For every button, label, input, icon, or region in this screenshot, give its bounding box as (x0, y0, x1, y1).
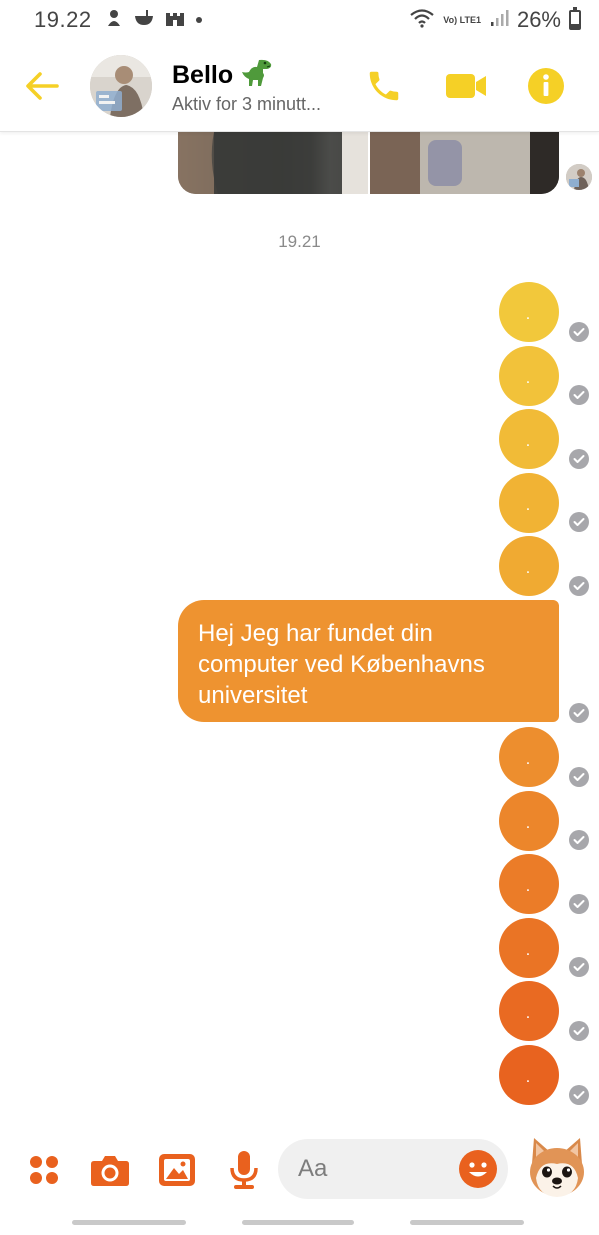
navigation-bar (0, 1210, 599, 1235)
battery-icon (569, 7, 581, 30)
message-bubble[interactable]: . (499, 727, 559, 787)
notification-icon (104, 8, 124, 33)
delivered-check-icon (569, 894, 589, 914)
status-bar: 19.22 Vo) LTE1 26% (0, 0, 599, 40)
message-bubble[interactable]: . (499, 409, 559, 469)
message-field (278, 1139, 508, 1199)
nav-back-button[interactable] (410, 1220, 524, 1225)
message-input[interactable] (298, 1139, 468, 1199)
message-bubble[interactable]: . (499, 981, 559, 1041)
chat-header: Bello Aktiv for 3 minutt... (0, 40, 599, 132)
wifi-icon (409, 8, 435, 33)
delivered-check-icon (569, 322, 589, 342)
voice-button[interactable] (222, 1148, 266, 1192)
sticker-dog-icon (530, 1138, 584, 1197)
contact-avatar[interactable] (90, 55, 152, 117)
emoji-icon (469, 1162, 487, 1177)
video-call-button[interactable] (444, 64, 488, 108)
delivered-check-icon (569, 703, 589, 723)
message-bubble[interactable]: . (499, 536, 559, 596)
message-text-line: computer ved Københavns (198, 651, 485, 678)
delivered-check-icon (569, 767, 589, 787)
sticker-button[interactable] (526, 1134, 588, 1200)
message-text-line: Hej Jeg har fundet din (198, 620, 433, 647)
gallery-icon (159, 1154, 195, 1186)
contact-name-row[interactable]: Bello (172, 58, 275, 93)
network-label: Vo) LTE1 (443, 14, 481, 25)
system-status: Vo) LTE1 26% (409, 7, 581, 33)
composer (0, 1130, 599, 1210)
message-text: . (525, 751, 531, 768)
shared-photo[interactable] (178, 132, 368, 194)
contact-active-status: Aktiv for 3 minutt... (172, 94, 322, 114)
message-text: . (525, 815, 531, 832)
gallery-button[interactable] (155, 1148, 199, 1192)
nav-recents-button[interactable] (72, 1220, 186, 1225)
message-bubble[interactable]: . (499, 918, 559, 978)
message-text: . (525, 878, 531, 895)
apps-button[interactable] (22, 1148, 66, 1192)
message-text-line: universitet (198, 682, 308, 709)
info-icon (528, 68, 564, 104)
back-arrow-icon (26, 72, 59, 100)
castle-icon (164, 9, 186, 32)
dot-icon (195, 11, 203, 29)
shared-photo[interactable] (369, 132, 559, 194)
delivered-check-icon (569, 830, 589, 850)
message-timestamp: 19.21 (278, 232, 321, 251)
message-bubble[interactable]: . (499, 1045, 559, 1105)
message-text: . (525, 497, 531, 514)
delivered-check-icon (569, 385, 589, 405)
delivered-check-icon (569, 576, 589, 596)
message-bubble[interactable]: . (499, 791, 559, 851)
message-bubble[interactable]: Hej Jeg har fundet din computer ved Købe… (178, 600, 559, 722)
shared-photos[interactable] (178, 132, 559, 194)
microphone-icon (230, 1151, 258, 1189)
apps-icon (30, 1156, 58, 1184)
dinosaur-emoji (241, 58, 275, 93)
message-text: . (525, 306, 531, 323)
camera-icon (91, 1156, 129, 1186)
message-text: . (525, 560, 531, 577)
delivered-check-icon (569, 512, 589, 532)
info-button[interactable] (524, 64, 568, 108)
signal-icon (489, 8, 509, 33)
bowl-icon (133, 9, 155, 32)
back-button[interactable] (22, 66, 62, 106)
nav-home-button[interactable] (242, 1220, 354, 1225)
message-text: . (525, 433, 531, 450)
delivered-check-icon (569, 449, 589, 469)
delivered-check-icon (569, 957, 589, 977)
delivered-check-icon (569, 1085, 589, 1105)
message-bubble[interactable]: . (499, 282, 559, 342)
message-bubble[interactable]: . (499, 473, 559, 533)
message-bubble[interactable]: . (499, 854, 559, 914)
camera-button[interactable] (88, 1148, 132, 1192)
message-text: . (525, 942, 531, 959)
message-text: . (525, 1069, 531, 1086)
status-time: 19.22 (34, 7, 92, 32)
message-bubble[interactable]: . (499, 346, 559, 406)
battery-percentage: 26% (516, 7, 561, 32)
delivered-check-icon (569, 1021, 589, 1041)
emoji-button[interactable] (459, 1150, 497, 1188)
read-receipt-avatar (566, 164, 592, 190)
call-button[interactable] (362, 64, 406, 108)
message-text: . (525, 370, 531, 387)
message-text: . (525, 1005, 531, 1022)
video-camera-icon (446, 74, 486, 98)
contact-name: Bello (172, 61, 234, 89)
phone-icon (369, 71, 399, 101)
notification-icons (104, 8, 203, 33)
